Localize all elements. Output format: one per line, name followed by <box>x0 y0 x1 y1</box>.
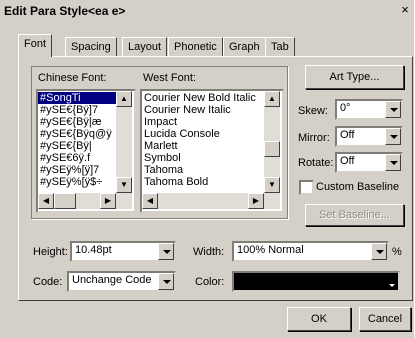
ok-button[interactable]: OK <box>287 307 351 331</box>
chevron-down-icon[interactable] <box>158 273 174 290</box>
rotate-label: Rotate: <box>298 157 334 169</box>
scroll-down-icon[interactable]: ▼ <box>116 177 132 193</box>
scroll-up-icon[interactable]: ▲ <box>116 91 132 107</box>
art-type-button[interactable]: Art Type... <box>305 65 404 89</box>
west-font-list-item[interactable]: Marlett <box>142 140 262 152</box>
skew-value: 0° <box>340 102 351 114</box>
tab-tab[interactable]: Tab <box>265 37 295 57</box>
west-font-list[interactable]: Courier New Bold Italic Courier New Itali… <box>140 89 284 213</box>
title-bar: Edit Para Style<ea e> × <box>0 0 414 23</box>
height-select[interactable]: 10.48pt <box>70 241 176 262</box>
window-title: Edit Para Style<ea e> <box>4 4 126 18</box>
chevron-down-icon[interactable] <box>371 243 387 260</box>
scroll-right-icon[interactable]: ▶ <box>100 193 116 209</box>
west-font-list-item[interactable]: Tahoma <box>142 164 262 176</box>
skew-label: Skew: <box>298 105 328 117</box>
chinese-font-list-item[interactable]: #ySE€{Bÿ| <box>38 140 116 152</box>
tab-phonetic[interactable]: Phonetic <box>168 37 223 57</box>
scroll-down-icon[interactable]: ▼ <box>264 177 280 193</box>
chinese-font-list-item[interactable]: #SongTi <box>38 92 116 104</box>
chinese-font-list-item[interactable]: #ySE€{Bÿ|æ <box>38 116 116 128</box>
west-font-list-item[interactable]: Courier New Italic <box>142 104 262 116</box>
chinese-font-list-item[interactable]: #ySEÿ%[ÿ$÷ <box>38 176 116 188</box>
chinese-font-list-item[interactable]: #ySE€{Bÿ]7 <box>38 104 116 116</box>
rotate-value: Off <box>340 155 355 167</box>
close-icon[interactable]: × <box>398 3 412 17</box>
chinese-font-list-item[interactable]: #ySE€{Bÿq@ÿ <box>38 128 116 140</box>
chevron-down-icon[interactable] <box>385 128 401 145</box>
width-unit: % <box>392 246 402 258</box>
mirror-value: Off <box>340 129 355 141</box>
tab-layout[interactable]: Layout <box>122 37 168 57</box>
code-label: Code: <box>33 276 63 288</box>
width-value: 100% Normal <box>237 244 304 256</box>
height-value: 10.48pt <box>75 244 112 256</box>
edit-para-style-dialog: Edit Para Style<ea e> × Font Spacing Lay… <box>0 0 414 338</box>
scroll-left-icon[interactable]: ◀ <box>38 193 54 209</box>
chinese-font-vscroll[interactable]: ▲ ▼ <box>116 91 132 193</box>
scroll-thumb[interactable] <box>54 193 76 209</box>
tab-font[interactable]: Font <box>18 34 53 57</box>
west-font-label: West Font: <box>143 72 196 84</box>
mirror-label: Mirror: <box>298 132 330 144</box>
west-font-list-item[interactable]: Impact <box>142 116 262 128</box>
west-font-hscroll[interactable]: ◀ ▶ <box>142 193 280 209</box>
chinese-font-list-item[interactable]: #ySEÿ%[ÿ]7 <box>38 164 116 176</box>
west-font-list-item[interactable]: Lucida Console <box>142 128 262 140</box>
code-value: Unchange Code <box>72 274 152 286</box>
cancel-button[interactable]: Cancel <box>359 307 411 331</box>
west-font-list-item[interactable]: Courier New Bold Italic <box>142 92 262 104</box>
width-label: Width: <box>193 246 225 258</box>
set-baseline-button[interactable]: Set Baseline... <box>305 204 404 226</box>
west-font-vscroll[interactable]: ▲ ▼ <box>264 91 280 193</box>
custom-baseline-checkbox[interactable] <box>299 180 314 195</box>
code-select[interactable]: Unchange Code <box>67 271 176 292</box>
custom-baseline-label: Custom Baseline <box>316 181 400 193</box>
rotate-select[interactable]: Off <box>335 152 403 173</box>
chevron-down-icon[interactable] <box>385 154 401 171</box>
skew-select[interactable]: 0° <box>335 99 403 120</box>
chinese-font-list-item[interactable]: #ySE€6ÿ.f <box>38 152 116 164</box>
tab-graph[interactable]: Graph <box>223 37 266 57</box>
chevron-down-icon[interactable] <box>158 243 174 260</box>
west-font-list-item[interactable]: Tahoma Bold <box>142 176 262 188</box>
tab-spacing[interactable]: Spacing <box>65 37 117 57</box>
chevron-down-icon[interactable] <box>389 284 395 287</box>
chinese-font-hscroll[interactable]: ◀ ▶ <box>38 193 132 209</box>
color-label: Color: <box>195 276 225 288</box>
color-picker[interactable] <box>232 271 400 292</box>
chevron-down-icon[interactable] <box>385 101 401 118</box>
height-label: Height: <box>33 246 68 258</box>
width-select[interactable]: 100% Normal <box>232 241 389 262</box>
chinese-font-label: Chinese Font: <box>38 72 107 84</box>
scroll-right-icon[interactable]: ▶ <box>248 193 264 209</box>
scroll-up-icon[interactable]: ▲ <box>264 91 280 107</box>
scroll-left-icon[interactable]: ◀ <box>142 193 158 209</box>
west-font-list-item[interactable]: Symbol <box>142 152 262 164</box>
mirror-select[interactable]: Off <box>335 126 403 147</box>
chinese-font-list[interactable]: #SongTi #ySE€{Bÿ]7 #ySE€{Bÿ|æ #ySE€{Bÿq@ÿ #y… <box>36 89 136 213</box>
scroll-thumb[interactable] <box>264 141 280 157</box>
